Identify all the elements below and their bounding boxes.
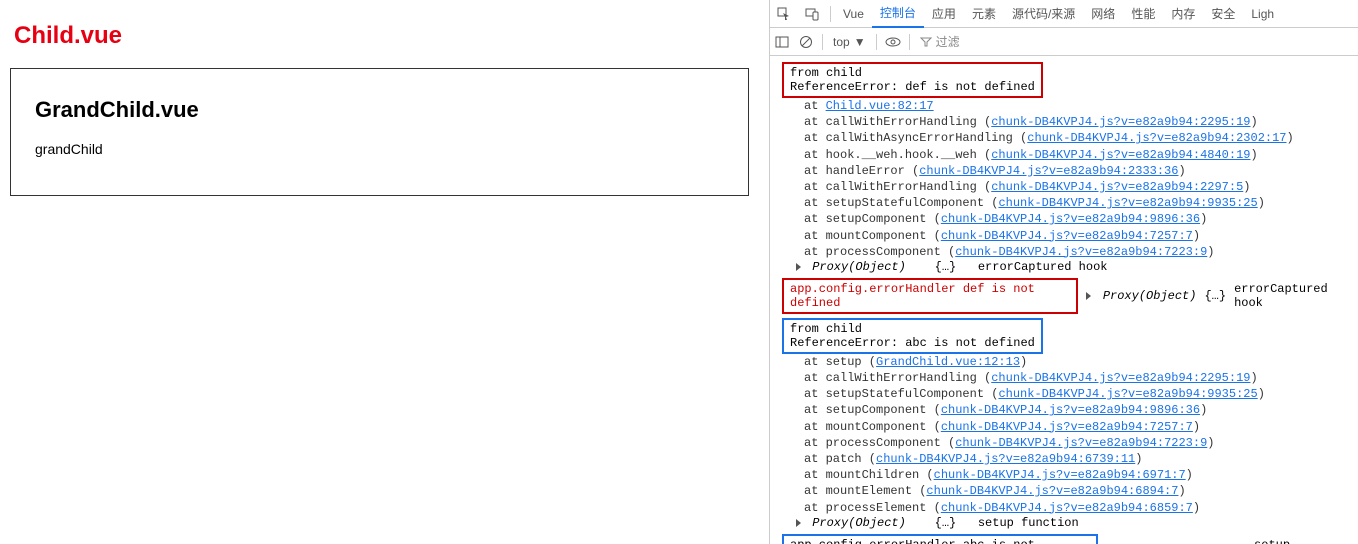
child-component-title: Child.vue	[14, 22, 755, 50]
source-link[interactable]: GrandChild.vue:12:13	[876, 355, 1020, 369]
grandchild-text: grandChild	[35, 141, 724, 157]
divider	[876, 34, 877, 50]
source-link[interactable]: chunk-DB4KVPJ4.js?v=e82a9b94:7257:7	[941, 229, 1193, 243]
tab-memory[interactable]: 内存	[1163, 0, 1203, 28]
error-origin: from child	[790, 66, 1035, 80]
error-message: ReferenceError: abc is not defined	[790, 336, 1035, 350]
source-link[interactable]: chunk-DB4KVPJ4.js?v=e82a9b94:9935:25	[998, 196, 1257, 210]
console-message: app.config.errorHandler abc is not defin…	[782, 534, 1354, 544]
source-link[interactable]: chunk-DB4KVPJ4.js?v=e82a9b94:6739:11	[876, 452, 1135, 466]
devtools-tabs: Vue 控制台 应用 元素 源代码/来源 网络 性能 内存 安全 Ligh	[770, 0, 1358, 28]
console-message: app.config.errorHandler def is not defin…	[782, 278, 1354, 314]
context-label: top	[833, 35, 850, 49]
tab-elements[interactable]: 元素	[964, 0, 1004, 28]
source-link[interactable]: chunk-DB4KVPJ4.js?v=e82a9b94:2302:17	[1027, 131, 1286, 145]
console-message: from child ReferenceError: def is not de…	[774, 62, 1354, 274]
object-expandable[interactable]: Proxy(Object) {…} errorCaptured hook	[774, 260, 1354, 274]
live-expression-icon[interactable]	[881, 30, 905, 54]
source-link[interactable]: chunk-DB4KVPJ4.js?v=e82a9b94:2295:19	[991, 115, 1250, 129]
inspect-icon[interactable]	[776, 6, 792, 22]
source-link[interactable]: Child.vue:82:17	[826, 99, 934, 113]
tab-network[interactable]: 网络	[1083, 0, 1123, 28]
disclosure-triangle-icon	[796, 263, 801, 271]
grandchild-box: GrandChild.vue grandChild	[10, 68, 749, 196]
source-link[interactable]: chunk-DB4KVPJ4.js?v=e82a9b94:9935:25	[998, 387, 1257, 401]
divider	[830, 6, 831, 22]
disclosure-triangle-icon[interactable]	[1086, 292, 1091, 300]
tab-lighthouse[interactable]: Ligh	[1243, 0, 1282, 28]
stack-trace: at Child.vue:82:17 at callWithErrorHandl…	[774, 98, 1354, 260]
highlighted-error-red: app.config.errorHandler def is not defin…	[782, 278, 1078, 314]
page-content: Child.vue GrandChild.vue grandChild	[0, 0, 769, 544]
highlighted-error-blue: app.config.errorHandler abc is not defin…	[782, 534, 1098, 544]
console-toolbar: top ▼ 过滤	[770, 28, 1358, 56]
source-link[interactable]: chunk-DB4KVPJ4.js?v=e82a9b94:7257:7	[941, 420, 1193, 434]
grandchild-title: GrandChild.vue	[35, 97, 724, 123]
filter-icon	[920, 37, 932, 47]
divider	[909, 34, 910, 50]
object-expandable[interactable]: Proxy(Object) {…} setup function	[774, 516, 1354, 530]
device-toggle-icon[interactable]	[804, 6, 820, 22]
devtools-panel: Vue 控制台 应用 元素 源代码/来源 网络 性能 内存 安全 Ligh to…	[769, 0, 1358, 544]
tab-console[interactable]: 控制台	[872, 0, 924, 28]
tab-sources[interactable]: 源代码/来源	[1004, 0, 1083, 28]
source-link[interactable]: chunk-DB4KVPJ4.js?v=e82a9b94:2295:19	[991, 371, 1250, 385]
source-link[interactable]: chunk-DB4KVPJ4.js?v=e82a9b94:6894:7	[926, 484, 1178, 498]
chevron-down-icon: ▼	[854, 35, 866, 49]
divider	[822, 34, 823, 50]
source-link[interactable]: chunk-DB4KVPJ4.js?v=e82a9b94:9896:36	[941, 212, 1200, 226]
source-link[interactable]: chunk-DB4KVPJ4.js?v=e82a9b94:7223:9	[955, 245, 1207, 259]
tab-vue[interactable]: Vue	[835, 0, 872, 28]
source-link[interactable]: chunk-DB4KVPJ4.js?v=e82a9b94:6859:7	[941, 501, 1193, 515]
highlighted-error-blue: from child ReferenceError: abc is not de…	[782, 318, 1043, 354]
console-output: from child ReferenceError: def is not de…	[770, 56, 1358, 544]
source-link[interactable]: chunk-DB4KVPJ4.js?v=e82a9b94:4840:19	[991, 148, 1250, 162]
disclosure-triangle-icon	[796, 519, 801, 527]
stack-trace: at setup (GrandChild.vue:12:13) at callW…	[774, 354, 1354, 516]
clear-console-icon[interactable]	[794, 30, 818, 54]
source-link[interactable]: chunk-DB4KVPJ4.js?v=e82a9b94:2333:36	[919, 164, 1178, 178]
error-origin: from child	[790, 322, 1035, 336]
source-link[interactable]: chunk-DB4KVPJ4.js?v=e82a9b94:6971:7	[934, 468, 1186, 482]
tab-security[interactable]: 安全	[1203, 0, 1243, 28]
tab-application[interactable]: 应用	[924, 0, 964, 28]
context-selector[interactable]: top ▼	[827, 35, 872, 49]
tab-performance[interactable]: 性能	[1123, 0, 1163, 28]
source-link[interactable]: chunk-DB4KVPJ4.js?v=e82a9b94:9896:36	[941, 403, 1200, 417]
source-link[interactable]: chunk-DB4KVPJ4.js?v=e82a9b94:2297:5	[991, 180, 1243, 194]
filter-placeholder: 过滤	[936, 33, 960, 50]
error-message: ReferenceError: def is not defined	[790, 80, 1035, 94]
console-message: from child ReferenceError: abc is not de…	[774, 318, 1354, 530]
highlighted-error-red: from child ReferenceError: def is not de…	[782, 62, 1043, 98]
filter-input[interactable]: 过滤	[914, 33, 960, 50]
toggle-sidebar-icon[interactable]	[770, 30, 794, 54]
source-link[interactable]: chunk-DB4KVPJ4.js?v=e82a9b94:7223:9	[955, 436, 1207, 450]
